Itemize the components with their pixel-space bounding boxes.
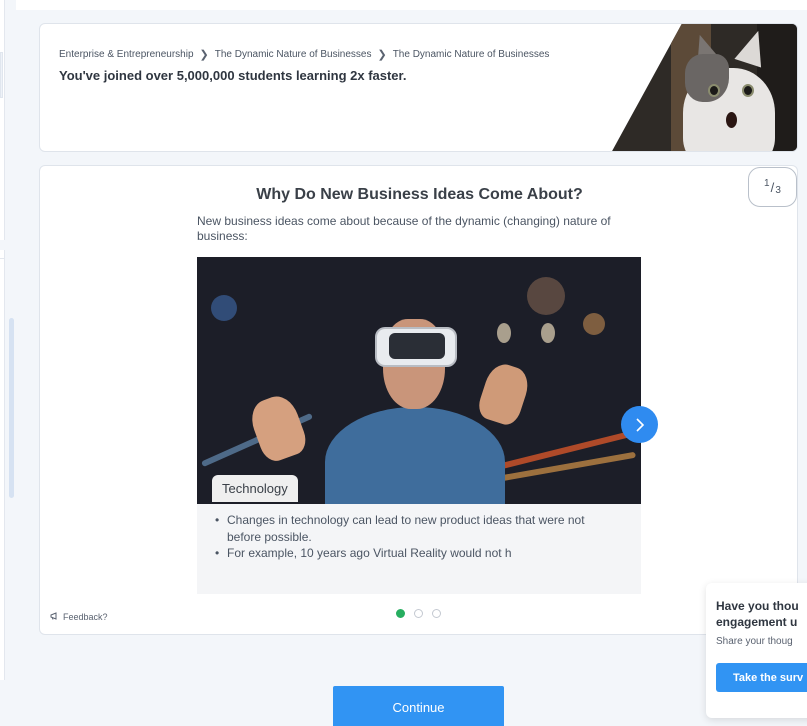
next-slide-button[interactable] [621,406,658,443]
slide-text-panel: Changes in technology can lead to new pr… [197,504,641,594]
left-panel-top [0,0,5,240]
left-tab[interactable] [0,52,3,98]
survey-question: Have you thou engagement u [716,598,807,630]
lesson-card: 1 / 3 Why Do New Business Ideas Come Abo… [39,165,798,635]
breadcrumb-item-subject[interactable]: Enterprise & Entrepreneurship [59,49,194,60]
chevron-right-icon: ❯ [377,49,387,61]
slide-caption: Technology [212,475,298,502]
slide-dot-2[interactable] [414,609,423,618]
slide-dot-1[interactable] [396,609,405,618]
survey-popup: Have you thou engagement u Share your th… [706,583,807,718]
survey-question-line-2: engagement u [716,615,798,629]
slide-bullets: Changes in technology can lead to new pr… [211,512,621,562]
continue-button[interactable]: Continue [333,686,504,726]
lesson-title: Why Do New Business Ideas Come About? [256,186,583,203]
surprised-cat-image [611,24,797,151]
survey-question-line-1: Have you thou [716,599,799,613]
list-item: For example, 10 years ago Virtual Realit… [211,545,621,562]
list-item: Changes in technology can lead to new pr… [211,512,621,545]
vr-headset-image: Technology [197,257,641,504]
feedback-link[interactable]: Feedback? [50,612,108,622]
chevron-right-icon [635,417,644,432]
students-joined-text: You've joined over 5,000,000 students le… [59,68,407,83]
feedback-label: Feedback? [63,612,108,622]
megaphone-icon [50,612,60,622]
breadcrumb: Enterprise & Entrepreneurship ❯ The Dyna… [59,48,549,61]
course-header-card: Enterprise & Entrepreneurship ❯ The Dyna… [39,23,798,152]
slide-dot-3[interactable] [432,609,441,618]
survey-subtext: Share your thoug [716,636,793,647]
chevron-right-icon: ❯ [199,49,209,61]
left-panel-bottom [0,250,5,680]
top-bar [16,0,807,10]
breadcrumb-item-topic[interactable]: The Dynamic Nature of Businesses [215,49,372,60]
lesson-intro: New business ideas come about because of… [197,214,611,243]
left-divider [0,258,5,259]
breadcrumb-item-lesson[interactable]: The Dynamic Nature of Businesses [393,49,550,60]
left-scrollbar[interactable] [9,318,14,498]
slide-pagination [396,609,441,618]
take-survey-button[interactable]: Take the surv [716,663,807,692]
